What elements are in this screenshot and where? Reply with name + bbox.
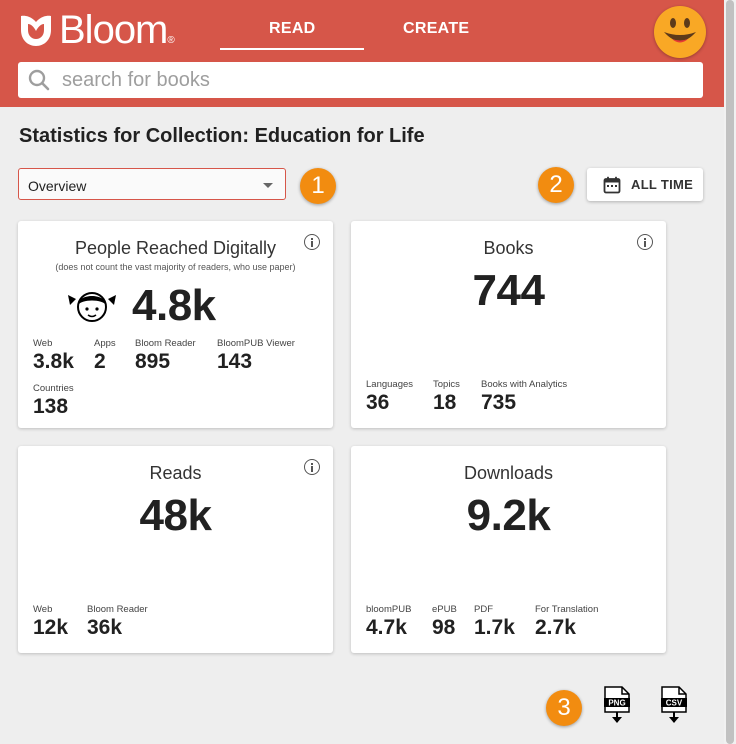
stat-value-epub: 98	[432, 616, 456, 639]
books-card: Books 744 Languages 36 Topics 18 Books w…	[351, 221, 666, 428]
callout-badge-1: 1	[300, 168, 336, 204]
page-title: Statistics for Collection: Education for…	[19, 125, 425, 147]
tulip-icon	[21, 15, 51, 46]
csv-file-download-icon: CSV	[661, 686, 687, 723]
stat-label-bloompub: bloomPUB	[366, 604, 412, 615]
reads-card: Reads 48k Web 12k Bloom Reader 36k	[18, 446, 333, 653]
registered-mark: ®	[167, 35, 175, 46]
stat-value-apps: 2	[94, 350, 106, 373]
csv-label: CSV	[666, 699, 683, 708]
info-icon[interactable]	[637, 234, 653, 250]
stat-value-bloompub: 4.7k	[366, 616, 407, 639]
stat-value-bloom-reader: 36k	[87, 616, 123, 639]
child-face-icon	[68, 292, 116, 322]
stat-value-web: 3.8k	[33, 350, 74, 373]
time-range-button[interactable]: ALL TIME	[587, 168, 703, 201]
stat-label-web: Web	[33, 338, 53, 349]
books-total: 744	[472, 266, 545, 315]
stat-label-bloom-reader: Bloom Reader	[87, 604, 148, 615]
app-header: Bloom ® READ CREATE	[0, 0, 736, 107]
download-csv-button[interactable]: CSV	[660, 686, 688, 731]
stat-label-web: Web	[33, 604, 53, 615]
tab-create[interactable]: CREATE	[403, 20, 469, 38]
card-subtitle: (does not count the vast majority of rea…	[55, 262, 296, 272]
stat-value-topics: 18	[433, 391, 457, 414]
stat-label-bloom-reader: Bloom Reader	[135, 338, 196, 349]
card-title: Books	[483, 238, 534, 258]
people-total: 4.8k	[132, 281, 216, 330]
stat-value-pdf: 1.7k	[474, 616, 515, 639]
stat-value-bloom-reader: 895	[135, 350, 171, 373]
people-reached-card: People Reached Digitally (does not count…	[18, 221, 333, 428]
user-avatar[interactable]	[654, 6, 706, 58]
logo-wordmark: Bloom	[59, 8, 168, 52]
active-tab-indicator	[220, 48, 364, 50]
card-title: People Reached Digitally	[74, 238, 277, 258]
callout-badge-2: 2	[538, 167, 574, 203]
card-title: Downloads	[463, 463, 554, 483]
reads-total: 48k	[139, 491, 212, 540]
downloads-total: 9.2k	[466, 491, 551, 540]
stat-label-books-with-analytics: Books with Analytics	[481, 379, 568, 390]
stat-label-pdf: PDF	[474, 604, 493, 615]
callout-badge-3: 3	[546, 690, 582, 726]
view-select[interactable]: Overview	[18, 168, 286, 200]
search-icon	[28, 69, 50, 91]
tab-read[interactable]: READ	[269, 20, 316, 38]
png-label: PNG	[608, 699, 625, 708]
download-png-button[interactable]: PNG	[603, 686, 631, 731]
stat-value-books-with-analytics: 735	[481, 391, 517, 414]
time-range-label: ALL TIME	[631, 177, 694, 192]
search-input[interactable]	[60, 67, 664, 93]
smiley-face-icon	[664, 18, 696, 43]
stat-label-apps: Apps	[94, 338, 116, 349]
info-icon[interactable]	[304, 459, 320, 475]
calendar-icon	[603, 176, 621, 193]
stat-label-countries: Countries	[33, 383, 74, 394]
search-bar[interactable]	[18, 62, 703, 98]
stat-label-for-translation: For Translation	[535, 604, 599, 615]
scrollbar-thumb[interactable]	[726, 0, 734, 744]
stat-value-countries: 138	[33, 395, 69, 418]
stat-value-bloompub-viewer: 143	[217, 350, 253, 373]
png-file-download-icon: PNG	[604, 686, 630, 723]
stat-value-web: 12k	[33, 616, 69, 639]
scrollbar[interactable]	[724, 0, 736, 744]
info-icon[interactable]	[304, 234, 320, 250]
stat-label-topics: Topics	[433, 379, 460, 390]
stat-value-languages: 36	[366, 391, 390, 414]
stat-label-languages: Languages	[366, 379, 414, 390]
stat-label-bloompub-viewer: BloomPUB Viewer	[217, 338, 295, 349]
view-select-value: Overview	[28, 178, 87, 194]
chevron-down-icon	[263, 183, 273, 188]
card-title: Reads	[149, 463, 202, 483]
stat-value-for-translation: 2.7k	[535, 616, 576, 639]
stat-label-epub: ePUB	[432, 604, 457, 615]
bloom-logo[interactable]: Bloom ®	[17, 10, 175, 50]
downloads-card: Downloads 9.2k bloomPUB 4.7k ePUB 98 PDF…	[351, 446, 666, 653]
